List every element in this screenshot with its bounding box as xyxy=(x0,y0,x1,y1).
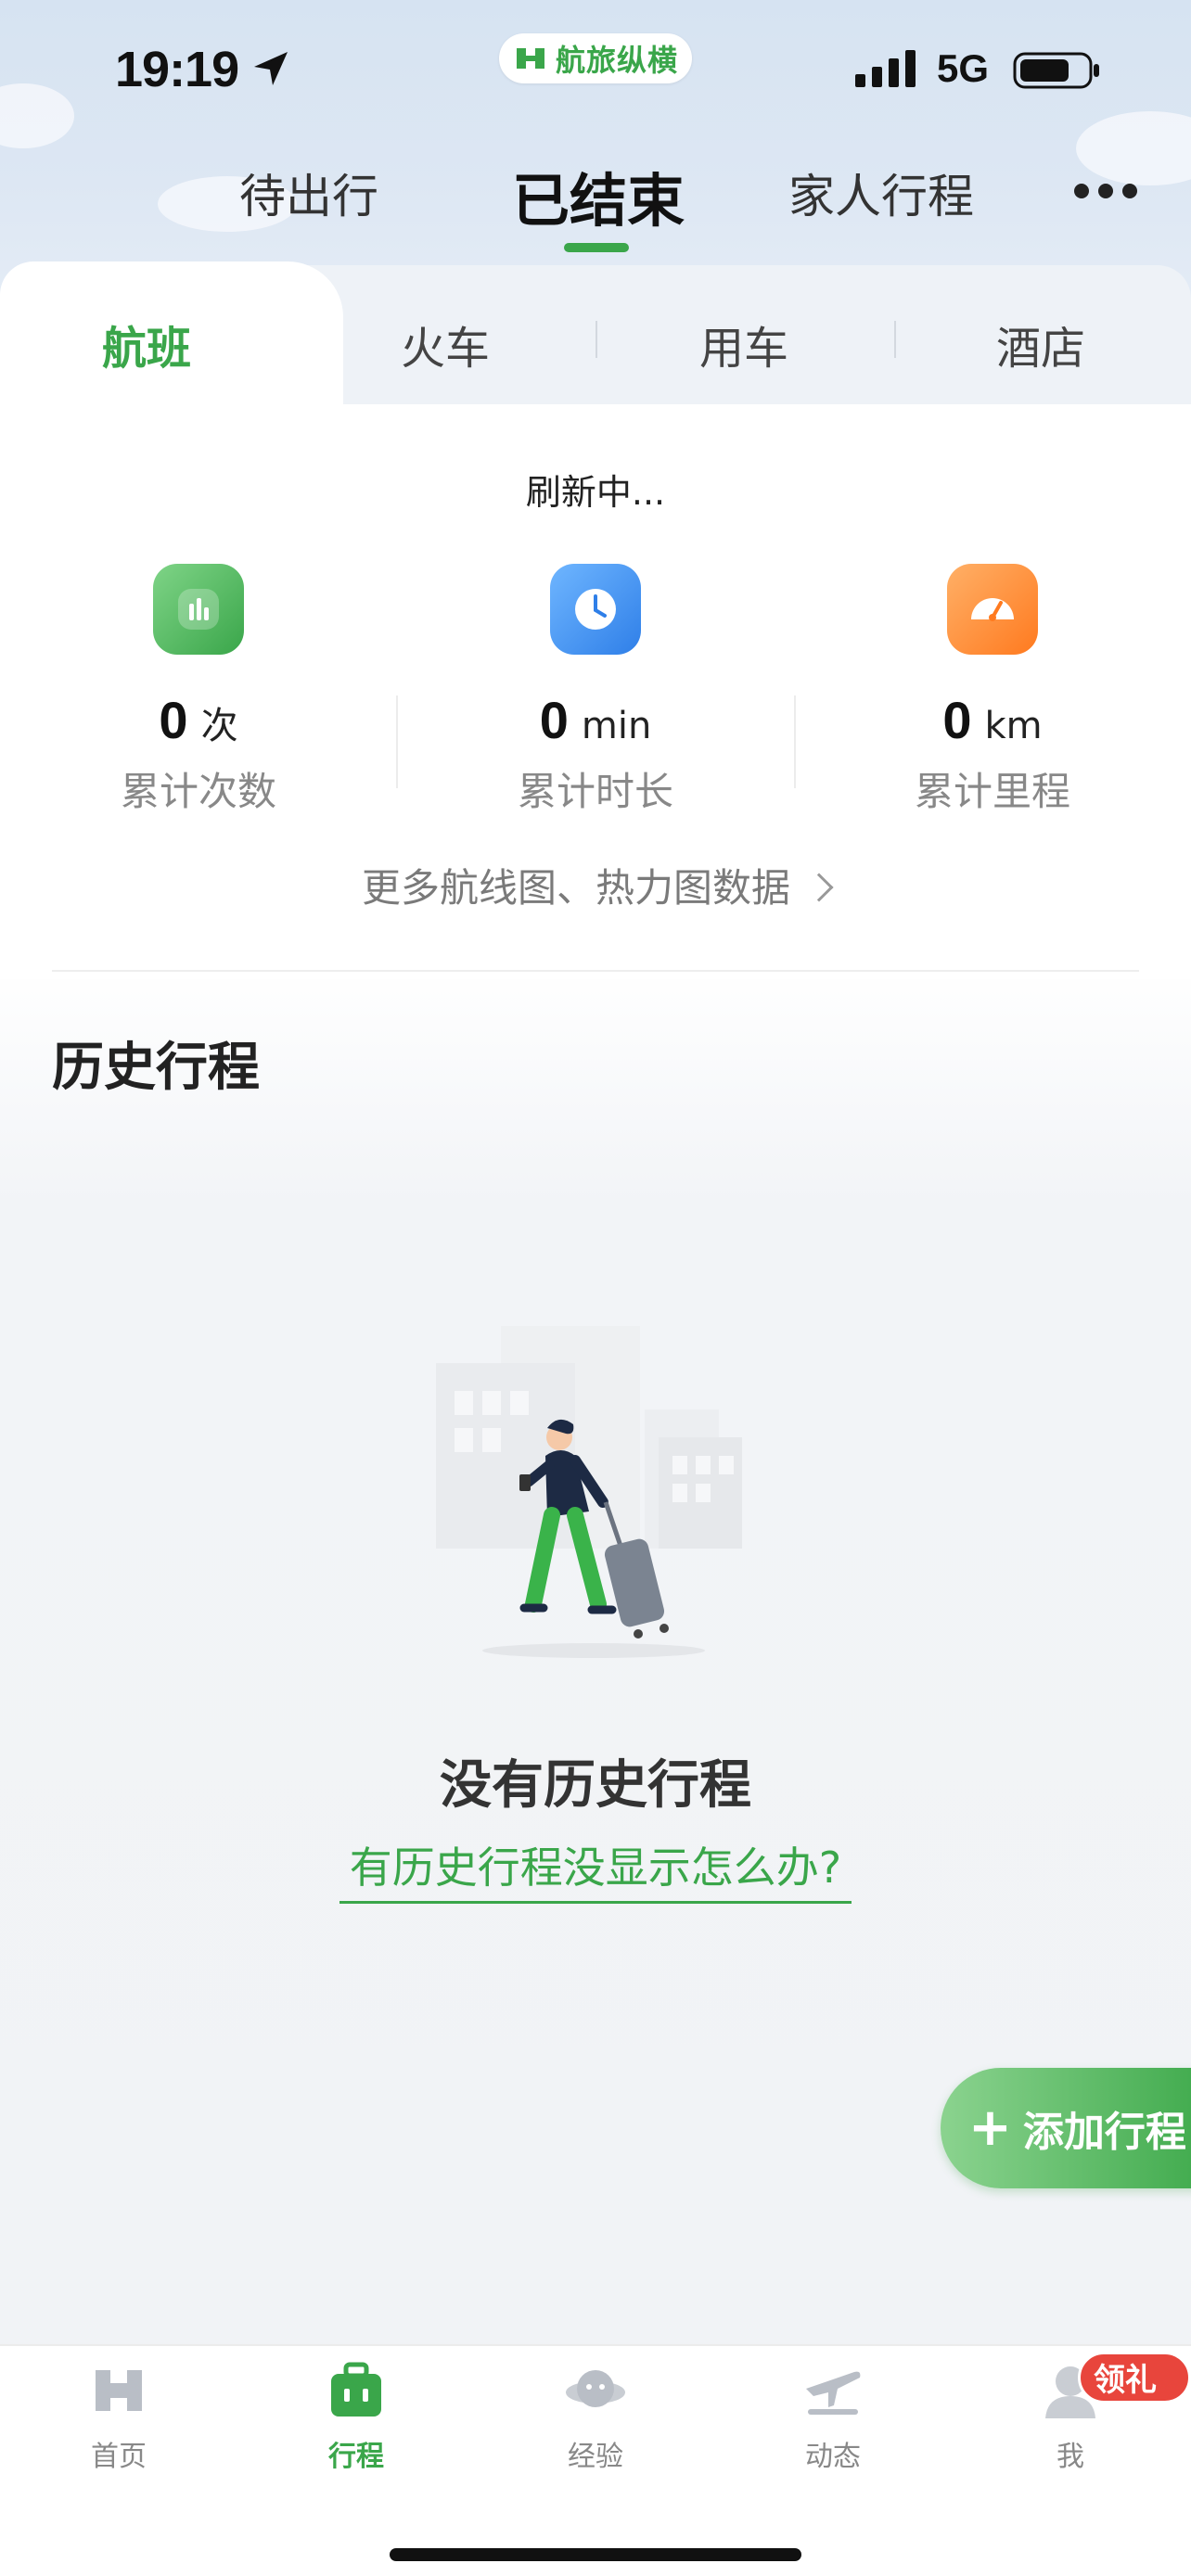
stat-duration-unit: min xyxy=(581,705,652,747)
more-data-link[interactable]: 更多航线图、热力图数据 xyxy=(0,857,1191,913)
stat-distance: 0 km 累计里程 xyxy=(794,564,1191,817)
missing-history-help-link[interactable]: 有历史行程没显示怎么办? xyxy=(339,1834,852,1904)
add-trip-label: 添加行程 xyxy=(1022,2109,1186,2156)
traveler-with-luggage-illustration xyxy=(436,1326,742,1658)
refresh-status: 刷新中... xyxy=(525,472,666,513)
segment-trains[interactable]: 火车 xyxy=(401,312,490,376)
segment-divider xyxy=(894,321,896,358)
empty-state-title: 没有历史行程 xyxy=(440,1755,751,1816)
segment-car[interactable]: 用车 xyxy=(699,312,788,376)
stat-duration-label: 累计时长 xyxy=(517,769,673,814)
segment-divider xyxy=(596,321,597,358)
nav-home[interactable]: 首页 xyxy=(35,2361,202,2474)
more-data-link-label: 更多航线图、热力图数据 xyxy=(361,865,790,911)
stat-distance-label: 累计里程 xyxy=(914,769,1070,814)
plus-icon: + xyxy=(968,2098,1012,2158)
segment-flights[interactable]: 航班 xyxy=(102,312,191,376)
nav-experience-label: 经验 xyxy=(568,2441,623,2473)
brand-badge: 航旅纵横 xyxy=(499,33,692,83)
stat-duration: 0 min 累计时长 xyxy=(397,564,794,817)
nav-feed[interactable]: 动态 xyxy=(749,2361,916,2474)
stat-duration-value: 0 xyxy=(539,691,569,749)
home-indicator xyxy=(390,2548,801,2561)
nav-experience[interactable]: 经验 xyxy=(512,2361,679,2474)
planet-icon xyxy=(566,2370,625,2407)
network-type: 5G xyxy=(937,46,990,90)
nav-trips-label: 行程 xyxy=(328,2441,384,2473)
stat-count-label: 累计次数 xyxy=(120,769,276,814)
section-divider xyxy=(52,970,1139,972)
nav-feed-label: 动态 xyxy=(805,2441,861,2473)
nav-me-label: 我 xyxy=(1057,2441,1084,2473)
segment-hotels[interactable]: 酒店 xyxy=(996,312,1085,376)
tab-family-trips[interactable]: 家人行程 xyxy=(788,159,974,226)
brand-name: 航旅纵横 xyxy=(555,43,678,78)
briefcase-icon xyxy=(331,2362,381,2417)
home-logo-icon xyxy=(96,2370,142,2411)
tab-upcoming[interactable]: 待出行 xyxy=(239,159,378,226)
more-options-icon[interactable] xyxy=(1072,182,1139,200)
trips-page: 19:19 航旅纵横 5G 待出行 已结束 家人行程 航班 火车 用车 酒店 刷… xyxy=(0,0,1191,2576)
stat-count-unit: 次 xyxy=(200,705,238,747)
bar-chart-icon xyxy=(153,564,244,655)
cellular-signal-icon xyxy=(855,50,916,87)
gift-money-badge[interactable]: 领礼金 xyxy=(1078,2352,1191,2451)
location-arrow-icon xyxy=(254,52,288,85)
brand-logo-icon xyxy=(516,48,544,69)
stat-count: 0 次 累计次数 xyxy=(0,564,397,817)
status-time: 19:19 xyxy=(115,42,239,97)
speedometer-icon xyxy=(947,564,1038,655)
tab-finished[interactable]: 已结束 xyxy=(512,154,685,237)
nav-trips[interactable]: 行程 xyxy=(273,2361,440,2474)
add-trip-button[interactable]: + 添加行程 xyxy=(941,2068,1191,2188)
active-tab-indicator xyxy=(564,243,629,252)
chevron-right-icon xyxy=(804,873,834,902)
battery-icon xyxy=(1013,52,1099,89)
stat-distance-unit: km xyxy=(984,705,1043,747)
clock-icon xyxy=(550,564,641,655)
plane-icon xyxy=(806,2371,861,2415)
stat-distance-value: 0 xyxy=(942,691,972,749)
history-section-title: 历史行程 xyxy=(52,1038,260,1098)
nav-home-label: 首页 xyxy=(91,2441,147,2473)
stat-count-value: 0 xyxy=(159,691,188,749)
